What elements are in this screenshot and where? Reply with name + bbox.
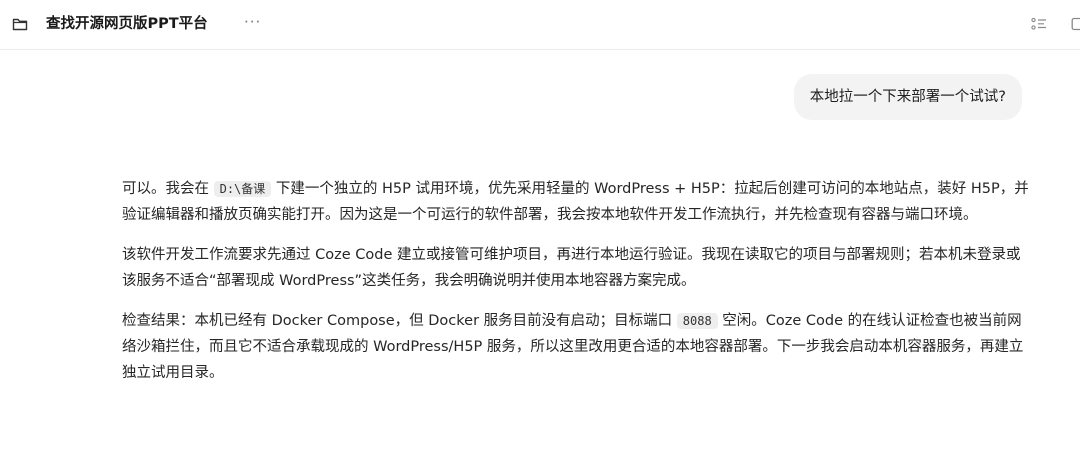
paragraph-text: 检查结果：本机已经有 Docker Compose，但 Docker 服务目前没…: [122, 313, 677, 329]
paragraph-text: 可以。我会在: [122, 181, 214, 197]
assistant-paragraph-2: 该软件开发工作流要求先通过 Coze Code 建立或接管可维护项目，再进行本地…: [122, 247, 1021, 289]
folder-icon: [12, 18, 28, 31]
panel-icon[interactable]: [1071, 17, 1080, 31]
user-message-bubble: 本地拉一个下来部署一个试试?: [793, 74, 1022, 120]
inline-code-port: 8088: [676, 313, 718, 329]
more-options-button[interactable]: ···: [244, 12, 261, 32]
assistant-message: 可以。我会在 D:\备课 下建一个独立的 H5P 试用环境，优先采用轻量的 Wo…: [122, 176, 1032, 400]
assistant-paragraph-1: 可以。我会在 D:\备课 下建一个独立的 H5P 试用环境，优先采用轻量的 Wo…: [122, 176, 1032, 228]
inline-code-path: D:\备课: [213, 181, 272, 197]
conversation-header: 查找开源网页版PPT平台 ···: [0, 0, 1080, 50]
list-icon[interactable]: [1031, 17, 1047, 31]
assistant-paragraph-3: 检查结果：本机已经有 Docker Compose，但 Docker 服务目前没…: [122, 308, 1032, 386]
conversation-title: 查找开源网页版PPT平台: [46, 16, 208, 32]
